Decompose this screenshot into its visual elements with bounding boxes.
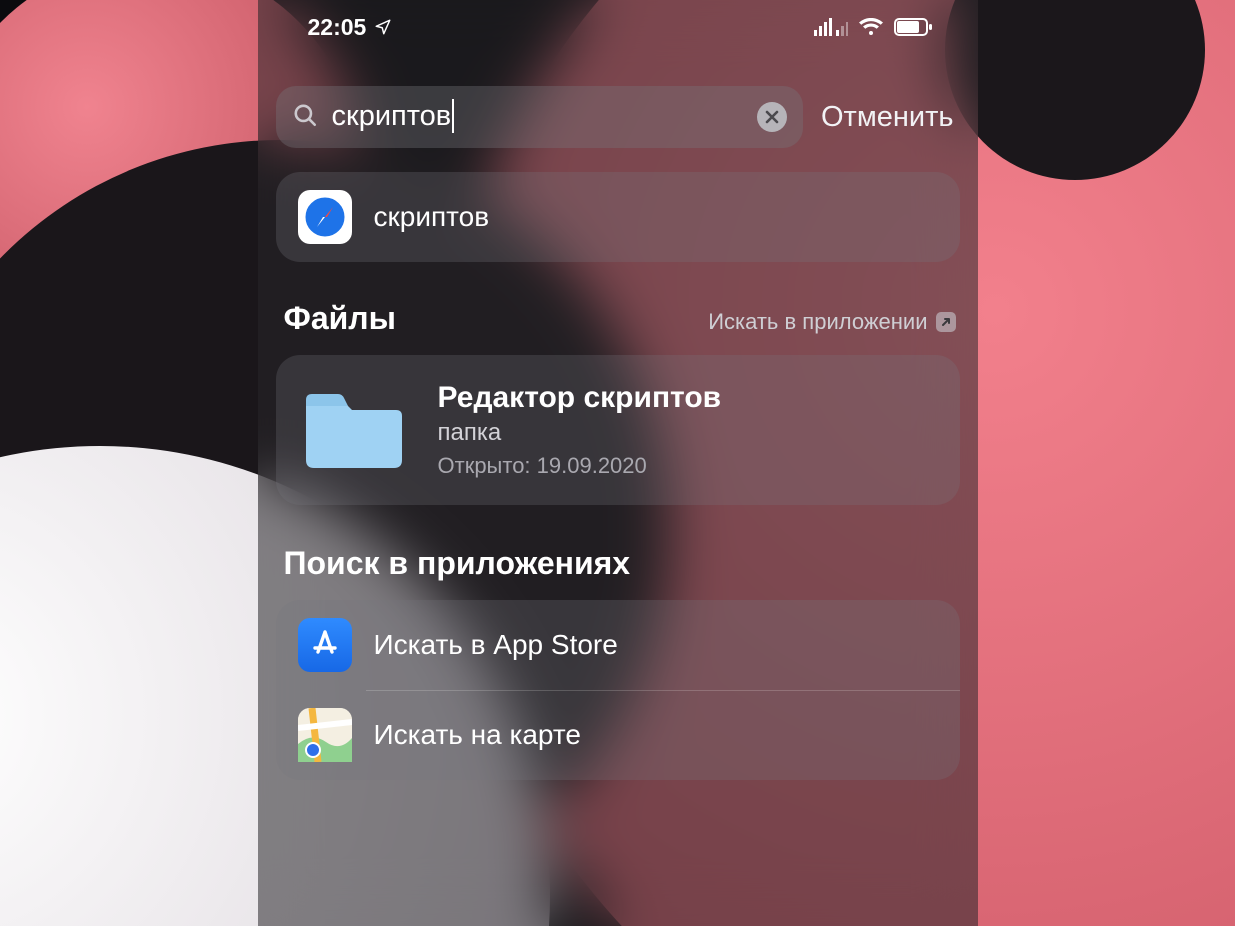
location-icon (374, 18, 392, 36)
file-result-opened: Открыто: 19.09.2020 (438, 453, 722, 479)
suggestion-label: скриптов (374, 201, 490, 233)
text-caret (452, 99, 454, 133)
file-result-subtitle: папка (438, 419, 722, 447)
search-icon (292, 102, 318, 133)
app-search-section-title: Поиск в приложениях (284, 545, 631, 582)
phone-frame: 22:05 (258, 0, 978, 926)
search-in-app-link[interactable]: Искать в приложении (708, 309, 955, 335)
search-app-store-row[interactable]: Искать в App Store (276, 600, 960, 690)
top-suggestion-card: скриптов (276, 172, 960, 262)
safari-suggestion-row[interactable]: скриптов (276, 172, 960, 262)
search-field[interactable]: скриптов (276, 86, 803, 148)
cancel-button[interactable]: Отменить (821, 101, 960, 134)
arrow-up-right-icon (936, 312, 956, 332)
status-bar: 22:05 (276, 0, 960, 54)
search-input-text[interactable]: скриптов (332, 100, 743, 134)
wifi-icon (858, 18, 884, 36)
search-app-store-label: Искать в App Store (374, 629, 618, 661)
battery-icon (894, 18, 932, 36)
safari-icon (298, 190, 352, 244)
status-time: 22:05 (308, 14, 367, 41)
file-result-title: Редактор скриптов (438, 381, 722, 415)
maps-icon (298, 708, 352, 762)
folder-icon (300, 386, 408, 474)
app-store-icon (298, 618, 352, 672)
clear-search-button[interactable] (757, 102, 787, 132)
search-maps-row[interactable]: Искать на карте (276, 690, 960, 780)
files-result-row[interactable]: Редактор скриптов папка Открыто: 19.09.2… (276, 355, 960, 505)
files-section-title: Файлы (284, 300, 396, 337)
search-maps-label: Искать на карте (374, 719, 581, 751)
search-in-app-label: Искать в приложении (708, 309, 927, 335)
dual-signal-icon (814, 18, 848, 36)
